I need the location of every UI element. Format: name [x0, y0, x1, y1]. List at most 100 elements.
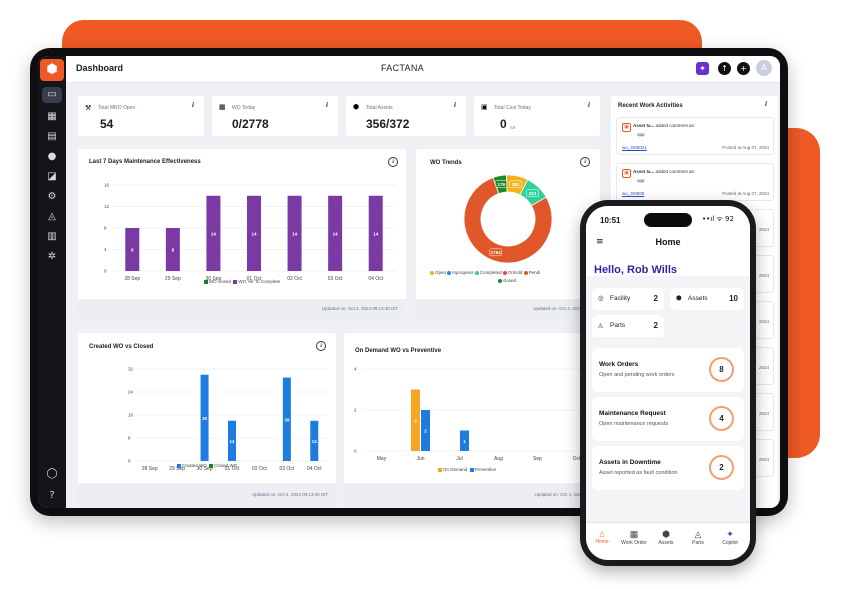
activity-posted: 2024: [758, 411, 769, 416]
nav-label: Parts: [692, 540, 704, 546]
calendar-icon[interactable]: ▤: [42, 129, 62, 145]
kpi-card-mro[interactable]: ⚒ Total MRO Open i 54: [78, 96, 204, 136]
legend-label: On Demand: [443, 467, 468, 472]
add-icon[interactable]: +: [737, 62, 750, 75]
activity-posted: 2024: [758, 457, 769, 462]
nav-assets[interactable]: ⬢ Assets: [650, 529, 682, 546]
activity-action: added comment as:: [655, 123, 696, 128]
help-icon[interactable]: ?: [42, 488, 62, 504]
page-title: Dashboard: [76, 63, 124, 73]
status-time: 10:51: [600, 216, 621, 225]
chart-legend: Created WO Closed WO: [78, 463, 336, 468]
y-tick-label: 4: [104, 247, 107, 252]
chart-footer: Updated on: Oct 4, 2024 09:13:: [416, 299, 600, 319]
card-subtitle: Open and pending work orders: [599, 372, 675, 378]
donut-legend-row2: closed: [498, 278, 516, 283]
nav-copilot[interactable]: ✦ Copilot: [714, 529, 746, 546]
download-icon[interactable]: ↓: [388, 157, 398, 167]
status-icons: ••ıl ᯤ 92: [702, 215, 734, 223]
activity-link[interactable]: wo_3r00021: [622, 145, 647, 150]
info-icon[interactable]: i: [454, 101, 456, 109]
y-tick-label: 16: [128, 413, 134, 418]
card-title: Work Orders: [599, 361, 639, 368]
wo-trends-donut: 179 282 333 2764: [463, 174, 553, 264]
activity-item[interactable]: ▣ Asset ta... added comment as: opp wo_3…: [616, 163, 774, 201]
x-tick-label: Sep: [533, 456, 542, 462]
card-work-orders[interactable]: Work Orders Open and pending work orders…: [592, 348, 744, 392]
activity-posted: Posted at Aug 07, 2024: [722, 145, 769, 150]
bottom-nav: ⌂ Home ▦ Work Order ⬢ Assets ◬ Parts ✦ Copilo…: [586, 522, 750, 560]
avatar[interactable]: A: [756, 60, 772, 76]
download-icon[interactable]: ↓: [316, 341, 326, 351]
parts-icon[interactable]: ⚙: [42, 189, 62, 205]
logo-icon[interactable]: ⬢: [40, 59, 64, 81]
request-icon[interactable]: ◪: [42, 169, 62, 185]
cube-icon: ⬢: [353, 103, 360, 111]
kpi-label: Total Assets: [366, 105, 393, 111]
stat-value: 2: [653, 321, 658, 330]
download-icon[interactable]: ↓: [580, 157, 590, 167]
legend-label: WO Yet To Complete: [238, 279, 281, 284]
chart-title: Last 7 Days Maintenance Effectiveness: [89, 159, 201, 165]
card-maintenance-request[interactable]: Maintenance Request Open maintenance req…: [592, 397, 744, 441]
stat-value: 10: [729, 294, 738, 303]
stat-parts[interactable]: ◬ Parts 2: [592, 315, 664, 337]
activity-item[interactable]: ▣ Asset ta... added comment as: opp wo_3…: [616, 117, 774, 155]
info-icon[interactable]: i: [326, 101, 328, 109]
card-subtitle: Open maintenance requests: [599, 421, 669, 427]
nav-label: Copilot: [722, 540, 738, 546]
card-count: 2: [709, 455, 734, 480]
chat-icon[interactable]: ◯: [42, 466, 62, 482]
x-tick-label: Jun: [416, 456, 424, 462]
kpi-card-wo-today[interactable]: ▦ WO Today i 0/2778: [212, 96, 338, 136]
activity-user: Asset ta...: [633, 169, 655, 174]
nav-parts[interactable]: ◬ Parts: [682, 529, 714, 546]
legend-swatch-completed: [474, 270, 479, 275]
y-tick-label: 0: [104, 269, 107, 274]
kpi-value: 0: [500, 117, 507, 131]
data-label: 14: [312, 439, 318, 444]
brand-name: FACTANA: [381, 63, 424, 73]
card-assets-downtime[interactable]: Assets in Downtime Asset reported as fau…: [592, 446, 744, 490]
kpi-value: 54: [100, 117, 114, 131]
legend-swatch-preventive: [469, 467, 474, 472]
nav-label: Work Order: [621, 540, 647, 546]
dashboard-icon[interactable]: ▭: [42, 87, 62, 103]
upload-icon[interactable]: ↑: [718, 62, 731, 75]
legend-label: Inprogress: [452, 270, 474, 275]
nav-label: Assets: [658, 540, 674, 546]
kpi-card-assets[interactable]: ⬢ Total Assets i 356/372: [346, 96, 466, 136]
activity-message: opp: [637, 178, 645, 183]
activity-link[interactable]: wo_3r0000: [622, 191, 644, 196]
top-bar: Dashboard FACTANA ✦ ↑ + A: [66, 56, 780, 83]
kpi-label: WO Today: [232, 105, 256, 111]
info-icon[interactable]: i: [588, 101, 590, 109]
play-icon[interactable]: ●: [42, 149, 62, 165]
legend-swatch-onhold: [502, 270, 507, 275]
legend-label: Completed: [479, 270, 502, 275]
card-title: Maintenance Request: [599, 410, 666, 417]
chart-legend: WO closed WO Yet To Complete: [78, 279, 406, 284]
card-title: Assets in Downtime: [599, 459, 661, 466]
settings-icon[interactable]: ✲: [42, 249, 62, 265]
nav-home[interactable]: ⌂ Home: [586, 529, 618, 545]
data-label: 14: [211, 231, 217, 236]
workorder-icon[interactable]: ▦: [42, 109, 62, 125]
legend-swatch-closed: [498, 278, 502, 283]
kpi-card-cost[interactable]: ▣ Total Cost Today i 0 SR: [474, 96, 600, 136]
dynamic-island: [644, 213, 692, 227]
nav-work-order[interactable]: ▦ Work Order: [618, 529, 650, 546]
created-vs-closed-chart: 0816243228 Sep 29 Sep 30 Sep 01 Oct 02 Oct 03…: [128, 367, 328, 471]
stat-assets[interactable]: ⬢ Assets 10: [670, 288, 744, 310]
asset-icon[interactable]: ◬: [42, 209, 62, 225]
activity-icon: ▣: [622, 123, 631, 132]
info-icon[interactable]: i: [192, 101, 194, 109]
chart-title: WO Trends: [430, 160, 462, 166]
chart-footer: Updated on: Oct 4, 2024 09:13:40 IST: [78, 299, 406, 319]
y-tick-label: 16: [104, 183, 110, 188]
info-icon[interactable]: i: [765, 100, 767, 108]
copilot-icon[interactable]: ✦: [696, 62, 709, 75]
activity-text: Asset ta... added comment as:: [633, 123, 695, 128]
stat-facility[interactable]: ◎ Facility 2: [592, 288, 664, 310]
reports-icon[interactable]: ▥: [42, 229, 62, 245]
